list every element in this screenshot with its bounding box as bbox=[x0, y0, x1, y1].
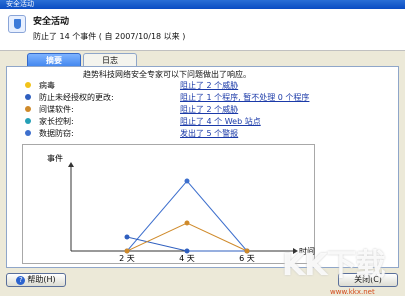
bullet-icon bbox=[25, 106, 31, 112]
x-tick-label: 6 天 bbox=[239, 254, 255, 263]
data-point bbox=[124, 248, 130, 254]
event-row-unauthorized: 防止未经授权的更改: 阻止了 1 个程序, 暂不处理 0 个程序 bbox=[25, 92, 395, 103]
events-chart: 事件 时间 2 天4 天6 天 bbox=[22, 144, 315, 264]
event-label: 防止未经授权的更改: bbox=[39, 93, 114, 102]
bullet-icon bbox=[25, 118, 31, 124]
event-link[interactable]: 阻止了 1 个程序, 暂不处理 0 个程序 bbox=[180, 92, 309, 103]
data-point bbox=[244, 248, 250, 254]
help-button-label: 帮助(H) bbox=[27, 275, 56, 284]
help-icon: ? bbox=[16, 276, 26, 285]
event-row-parental: 家长控制: 阻止了 4 个 Web 站点 bbox=[25, 116, 395, 127]
summary-panel: 趋势科技网络安全专家可以下问题做出了响应。 病毒 阻止了 2 个威胁 防止未经授… bbox=[6, 66, 399, 268]
series-line-0 bbox=[126, 180, 248, 252]
series-line-2 bbox=[126, 222, 248, 252]
y-axis-label: 事件 bbox=[47, 153, 63, 163]
event-row-virus: 病毒 阻止了 2 个威胁 bbox=[25, 80, 395, 91]
tab-bar: 摘要 日志 bbox=[27, 53, 139, 67]
bullet-icon bbox=[25, 130, 31, 136]
event-link[interactable]: 阻止了 4 个 Web 站点 bbox=[180, 116, 261, 127]
bullet-icon bbox=[25, 94, 31, 100]
intro-text: 趋势科技网络安全专家可以下问题做出了响应。 bbox=[83, 70, 251, 79]
event-row-spyware: 间谍软件: 阻止了 2 个威胁 bbox=[25, 104, 395, 115]
tab-log[interactable]: 日志 bbox=[83, 53, 137, 67]
watermark-url: www.kkx.net bbox=[330, 288, 375, 296]
x-tick-label: 2 天 bbox=[119, 254, 135, 263]
bullet-icon bbox=[25, 82, 31, 88]
data-point bbox=[184, 248, 190, 254]
window-titlebar: 安全活动 bbox=[0, 0, 405, 9]
event-row-data-theft: 数据防窃: 发出了 5 个警报 bbox=[25, 128, 395, 139]
data-point bbox=[184, 220, 190, 226]
page-title: 安全活动 bbox=[33, 17, 70, 27]
data-point bbox=[124, 234, 130, 240]
page-subtitle: 防止了 14 个事件 ( 自 2007/10/18 以来 ) bbox=[33, 32, 186, 41]
event-link[interactable]: 阻止了 2 个威胁 bbox=[180, 80, 238, 91]
shield-icon bbox=[8, 15, 26, 33]
event-label: 间谍软件: bbox=[39, 105, 74, 114]
watermark-logo: KK下载 bbox=[282, 248, 385, 283]
event-link[interactable]: 发出了 5 个警报 bbox=[180, 128, 238, 139]
event-link[interactable]: 阻止了 2 个威胁 bbox=[180, 104, 238, 115]
events-chart-svg: 事件时间2 天4 天6 天 bbox=[47, 153, 315, 263]
help-button[interactable]: ? 帮助(H) bbox=[6, 273, 66, 287]
event-label: 数据防窃: bbox=[39, 129, 74, 138]
event-label: 病毒 bbox=[39, 81, 55, 90]
header: 安全活动 防止了 14 个事件 ( 自 2007/10/18 以来 ) bbox=[0, 9, 405, 51]
event-label: 家长控制: bbox=[39, 117, 74, 126]
window-title: 安全活动 bbox=[6, 0, 34, 8]
data-point bbox=[184, 178, 190, 184]
watermark: KK下载 www.kkx.net bbox=[282, 240, 385, 296]
y-axis-arrow bbox=[68, 162, 74, 167]
tab-summary[interactable]: 摘要 bbox=[27, 53, 81, 67]
x-tick-label: 4 天 bbox=[179, 254, 195, 263]
